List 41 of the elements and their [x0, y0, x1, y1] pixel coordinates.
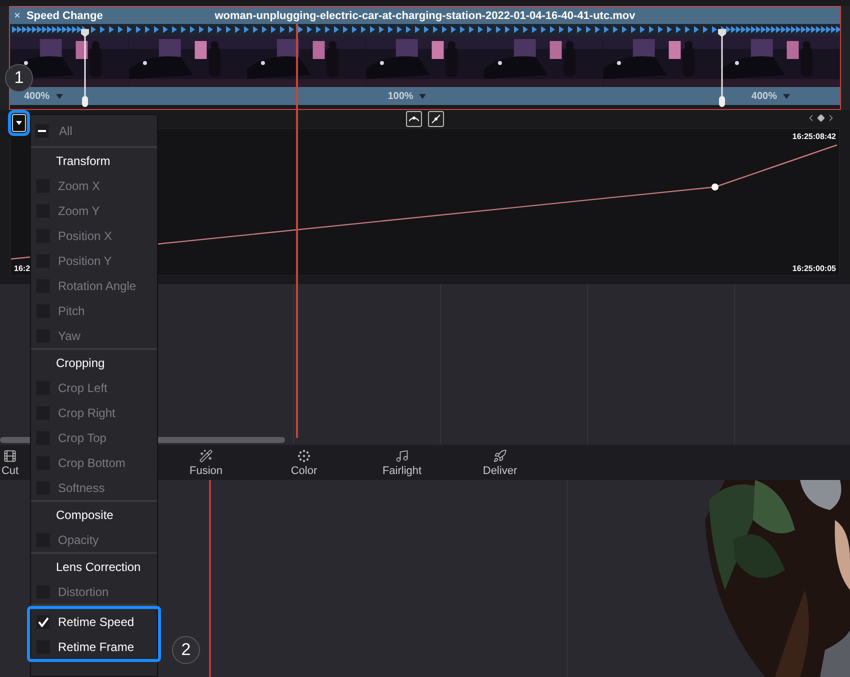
menu-item[interactable]: All: [59, 124, 72, 138]
close-button[interactable]: ×: [14, 10, 20, 22]
caret-icon: [56, 94, 63, 98]
caret-icon: [16, 121, 22, 125]
linear-curve-button[interactable]: [428, 111, 444, 127]
keyframe-dot[interactable]: [712, 184, 718, 190]
curve-icon: [409, 115, 419, 123]
menu-header: Transform: [55, 152, 112, 170]
rocket-icon: [493, 448, 507, 462]
speed-point-handle[interactable]: [81, 29, 89, 107]
menu-header: Lens Correction: [55, 558, 142, 576]
diagonal-line-icon: [431, 114, 441, 124]
clip-filename: woman-unplugging-electric-car-at-charging-station-2022-01-04-16-40-41-utc.mov: [214, 10, 636, 22]
menu-item[interactable]: Retime Frame: [58, 640, 134, 654]
speed-value[interactable]: 400%: [24, 90, 50, 102]
page-tab[interactable]: Color: [255, 445, 353, 480]
music-note-icon: [395, 448, 409, 462]
timecode: 16:2: [14, 264, 30, 272]
clip-title: Speed Change: [26, 10, 103, 22]
checkbox[interactable]: [36, 614, 50, 628]
caret-icon: [782, 94, 790, 98]
menu-header: Composite: [55, 506, 114, 524]
speed-point-handle[interactable]: [718, 29, 726, 107]
menu-header: Cropping: [55, 354, 106, 372]
page-tab[interactable]: Fusion: [157, 445, 255, 480]
minus-icon: [38, 130, 46, 132]
add-keyframe-button[interactable]: [817, 114, 825, 122]
page-tab[interactable]: Deliver: [451, 445, 549, 480]
checkbox[interactable]: [35, 124, 49, 138]
caret-icon: [419, 94, 426, 98]
page-tab[interactable]: Cut: [0, 445, 59, 480]
film-icon: [3, 448, 17, 462]
dotted-circle-icon: [297, 448, 311, 462]
page-tab[interactable]: Fairlight: [353, 445, 451, 480]
ease-curve-button[interactable]: [406, 111, 422, 127]
timecode: 16:25:08:42: [792, 132, 836, 140]
timecode: 16:25:00:05: [792, 264, 836, 272]
speed-value[interactable]: 100%: [388, 90, 414, 102]
speed-value[interactable]: 400%: [751, 90, 777, 102]
menu-item[interactable]: Retime Speed: [58, 614, 134, 628]
wand-icon: [199, 448, 213, 462]
